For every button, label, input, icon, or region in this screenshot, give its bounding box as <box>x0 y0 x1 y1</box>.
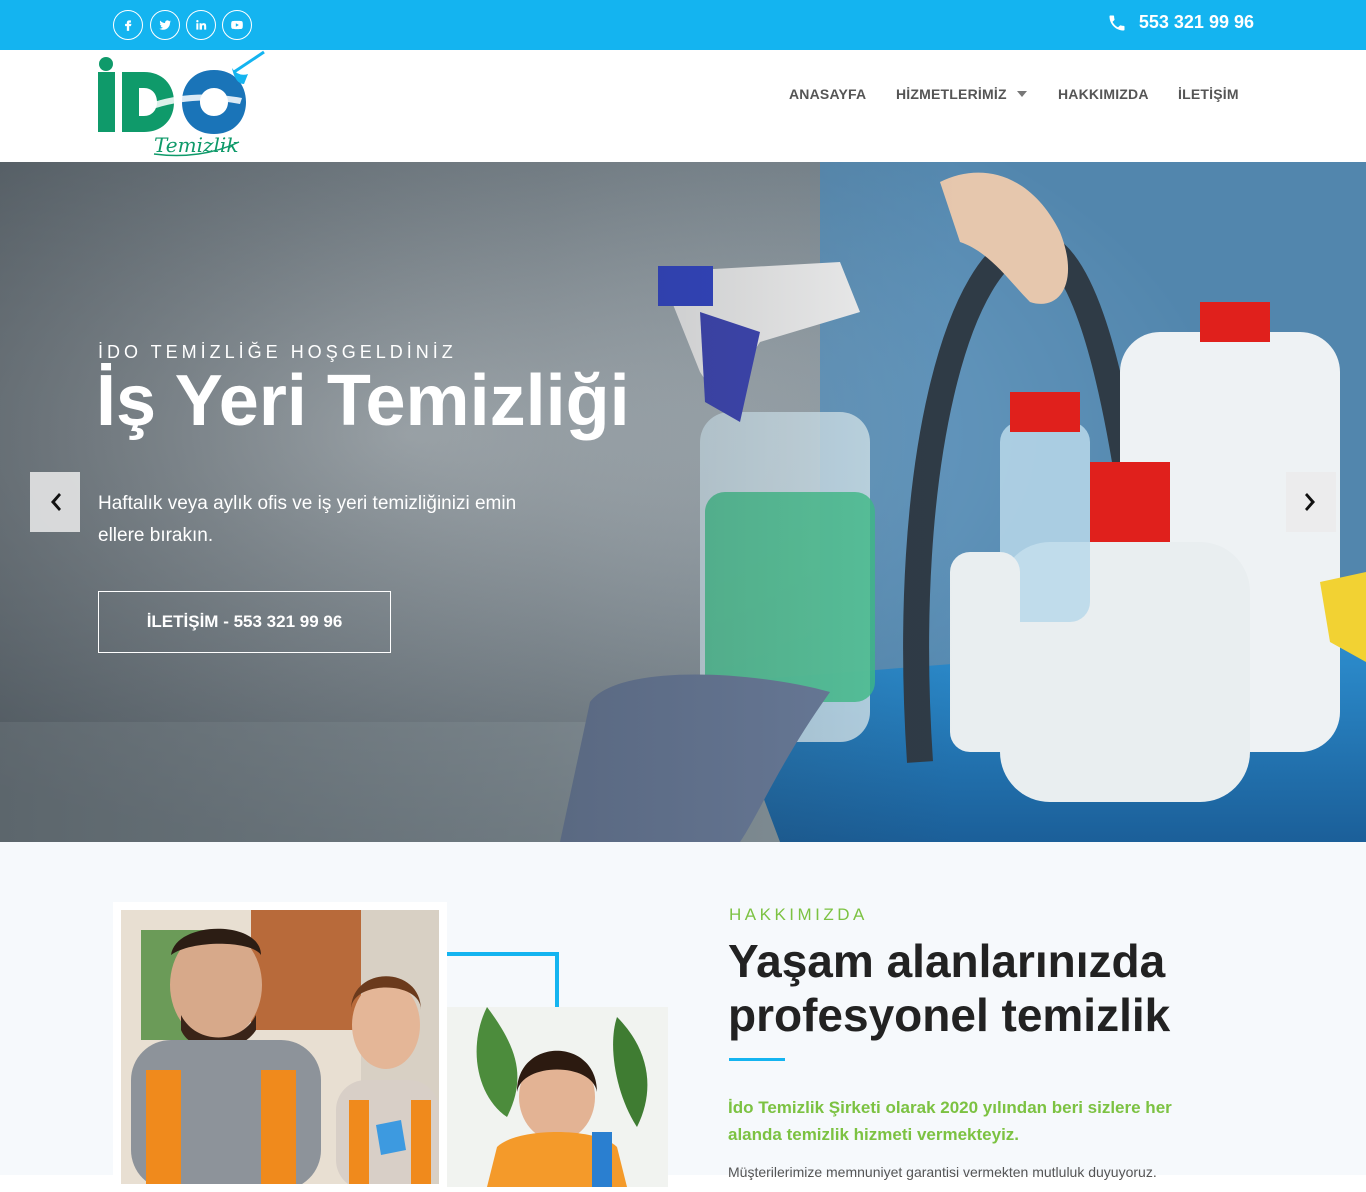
nav-item-hakkimizda[interactable]: HAKKIMIZDA <box>1058 86 1149 102</box>
about-title: Yaşam alanlarınızda profesyonel temizlik <box>728 935 1171 1041</box>
nav-label: İLETİŞİM <box>1178 86 1239 102</box>
about-body: Müşterilerimize memnuniyet garantisi ver… <box>728 1164 1157 1180</box>
about-divider <box>729 1058 785 1061</box>
hero-text: Haftalık veya aylık ofis ve iş yeri temi… <box>98 493 517 546</box>
decor-frame <box>447 952 559 1010</box>
phone-icon <box>1109 14 1125 30</box>
chevron-down-icon <box>1016 91 1027 97</box>
about-kicker: HAKKIMIZDA <box>729 905 868 924</box>
about-section: HAKKIMIZDA Yaşam alanlarınızda profesyon… <box>0 842 1366 1192</box>
top-phone[interactable]: 553 321 99 96 <box>1107 12 1254 33</box>
about-lead: İdo Temizlik Şirketi olarak 2020 yılında… <box>728 1098 1172 1144</box>
nav-label: HİZMETLERİMİZ <box>896 86 1007 102</box>
twitter-icon[interactable] <box>150 10 180 40</box>
nav-item-hizmetlerimiz[interactable]: HİZMETLERİMİZ <box>896 86 1027 102</box>
hero-title: İş Yeri Temizliği <box>96 361 630 441</box>
chevron-left-icon <box>51 493 61 511</box>
linkedin-icon[interactable] <box>186 10 216 40</box>
slider-next-button[interactable] <box>1286 472 1336 532</box>
nav-label: ANASAYFA <box>789 86 867 102</box>
about-photo-team <box>113 902 447 1192</box>
site-logo[interactable]: Temizlik <box>94 50 274 162</box>
nav-item-iletisim[interactable]: İLETİŞİM <box>1178 86 1239 102</box>
top-phone-number: 553 321 99 96 <box>1138 12 1254 32</box>
nav-label: HAKKIMIZDA <box>1058 86 1149 102</box>
slider-prev-button[interactable] <box>30 472 80 532</box>
nav-item-anasayfa[interactable]: ANASAYFA <box>789 86 866 102</box>
logo-subtext: Temizlik <box>154 133 238 157</box>
chevron-right-icon <box>1305 493 1315 511</box>
facebook-icon[interactable] <box>113 10 143 40</box>
youtube-icon[interactable] <box>222 10 252 40</box>
hero-slider: İDO TEMİZLİĞE HOŞGELDİNİZ İş Yeri Temizl… <box>0 162 1366 842</box>
about-photo-cleaner <box>447 1007 668 1187</box>
hero-contact-button[interactable]: İLETİŞİM - 553 321 99 96 <box>98 591 391 653</box>
top-bar: 553 321 99 96 <box>0 0 1366 50</box>
site-header: Temizlik ANASAYFA HİZMETLERİMİZ HAKKIMIZ… <box>0 50 1366 162</box>
